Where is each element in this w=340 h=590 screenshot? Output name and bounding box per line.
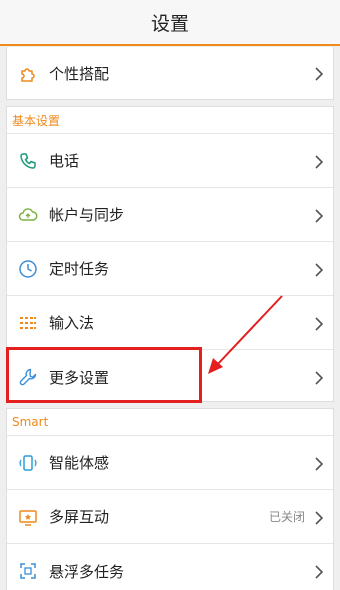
settings-item-label: 智能体感 <box>49 454 110 472</box>
settings-item-input-method[interactable]: 输入法 <box>7 296 333 350</box>
chevron-right-icon <box>313 262 325 277</box>
settings-item-multi-screen[interactable]: 多屏互动 已关闭 <box>7 490 333 544</box>
settings-item-account-sync[interactable]: 帐户与同步 <box>7 188 333 242</box>
settings-item-smart-motion[interactable]: 智能体感 <box>7 436 333 490</box>
title-bar: 设置 <box>0 0 340 46</box>
settings-item-more-settings[interactable]: 更多设置 <box>7 350 333 404</box>
cloud-sync-icon <box>18 205 38 225</box>
multi-screen-icon <box>18 507 38 527</box>
settings-item-personalization[interactable]: 个性搭配 <box>7 47 333 99</box>
personal-card: 个性搭配 <box>6 47 334 100</box>
settings-item-label: 个性搭配 <box>49 64 110 83</box>
status-text: 已关闭 <box>268 510 305 524</box>
chevron-right-icon <box>313 370 325 385</box>
floating-window-icon <box>18 561 38 581</box>
clock-icon <box>18 259 38 279</box>
chevron-right-icon <box>313 154 325 169</box>
basic-settings-card: 基本设置 电话 帐户与同步 定时任务 输入法 更多设置 <box>6 106 334 402</box>
chevron-right-icon <box>313 208 325 223</box>
settings-item-floating-multitask[interactable]: 悬浮多任务 <box>7 544 333 590</box>
section-header-smart: Smart <box>7 409 333 436</box>
settings-item-scheduled-tasks[interactable]: 定时任务 <box>7 242 333 296</box>
settings-item-label: 输入法 <box>49 314 95 332</box>
chevron-right-icon <box>313 456 325 471</box>
chevron-right-icon <box>313 510 325 525</box>
settings-item-label: 帐户与同步 <box>49 206 125 224</box>
settings-item-label: 电话 <box>49 152 80 170</box>
chevron-right-icon <box>313 66 325 81</box>
chevron-right-icon <box>313 564 325 579</box>
chevron-right-icon <box>313 316 325 331</box>
settings-item-label: 多屏互动 <box>49 508 110 526</box>
wrench-icon <box>18 367 38 387</box>
page-title: 设置 <box>150 12 189 35</box>
phone-icon <box>18 151 38 171</box>
settings-item-phone[interactable]: 电话 <box>7 134 333 188</box>
smart-settings-card: Smart 智能体感 多屏互动 已关闭 悬浮多任务 <box>6 408 334 590</box>
settings-item-label: 悬浮多任务 <box>49 562 125 581</box>
section-header-basic: 基本设置 <box>7 107 333 134</box>
motion-sense-icon <box>18 453 38 473</box>
puzzle-icon <box>18 63 38 83</box>
settings-item-label: 更多设置 <box>49 368 110 387</box>
settings-item-label: 定时任务 <box>49 260 110 278</box>
keyboard-icon <box>18 313 38 333</box>
